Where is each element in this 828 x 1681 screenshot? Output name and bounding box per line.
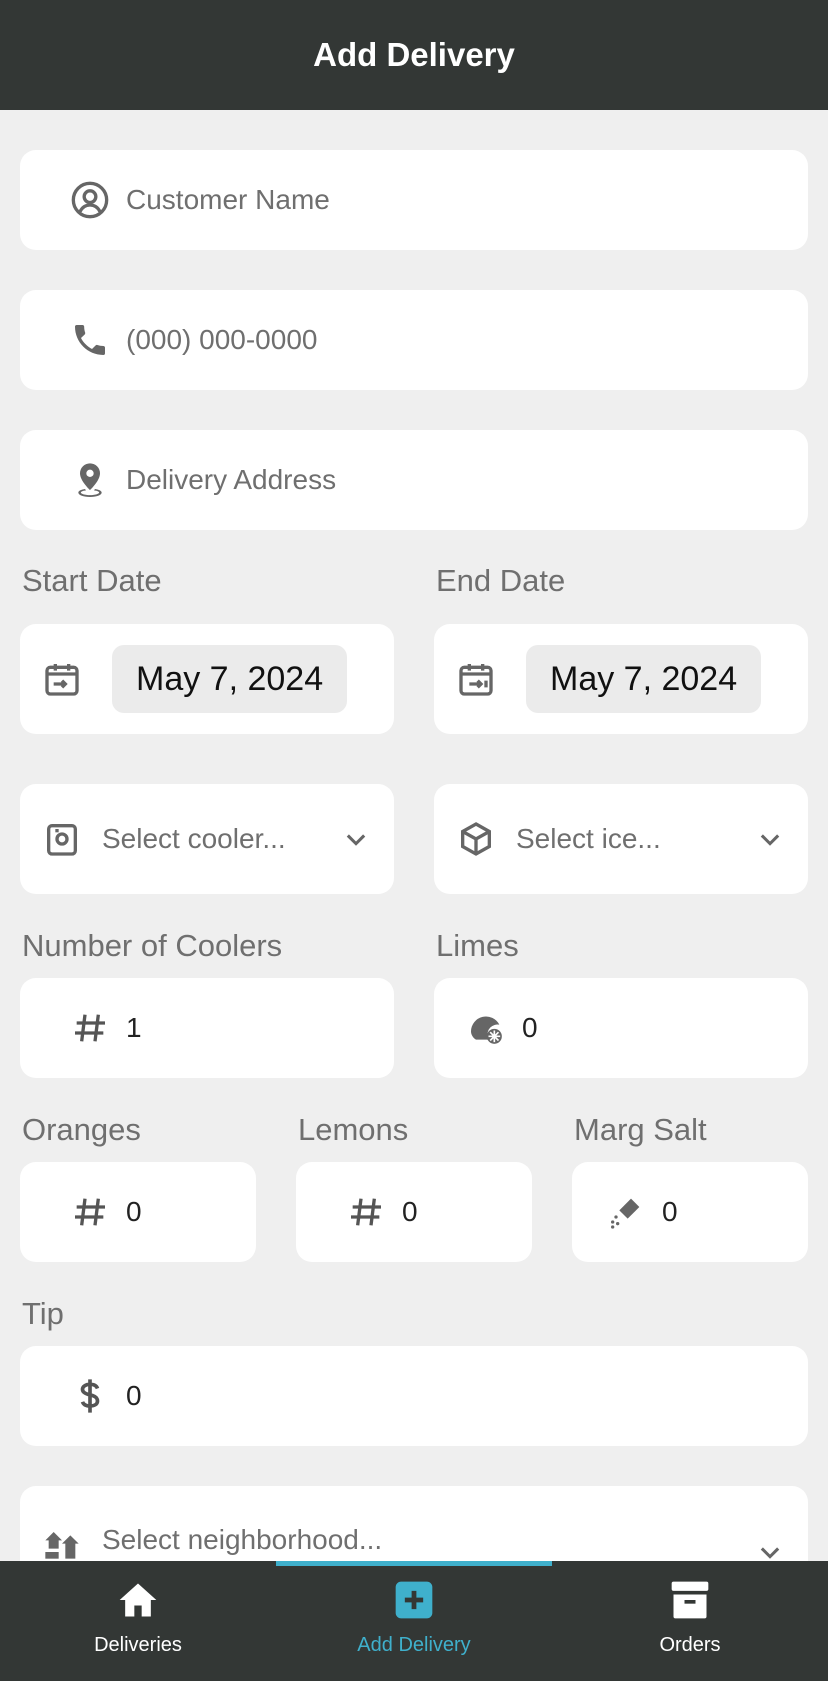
marg-salt-label: Marg Salt: [574, 1112, 707, 1147]
tip-value: 0: [126, 1380, 142, 1411]
limes-value: 0: [522, 1012, 538, 1043]
customer-name-placeholder: Customer Name: [126, 184, 330, 215]
lemons-label: Lemons: [298, 1112, 409, 1147]
phone-icon: [66, 316, 114, 364]
chevron-down-icon: [760, 834, 780, 846]
tip-label: Tip: [22, 1296, 64, 1331]
hash-icon: [342, 1188, 390, 1236]
location-pin-icon: [66, 456, 114, 504]
lemons-value: 0: [402, 1196, 418, 1227]
tab-deliveries-label: Deliveries: [94, 1634, 182, 1656]
houses-icon: [38, 1518, 86, 1566]
cooler-select[interactable]: Select cooler...: [20, 784, 394, 894]
end-date-field: May 7, 2024: [434, 624, 808, 734]
num-coolers-value: 1: [126, 1012, 142, 1043]
start-date-field: May 7, 2024: [20, 624, 394, 734]
num-coolers-field[interactable]: 1: [20, 978, 394, 1078]
chevron-down-icon: [346, 834, 366, 846]
marg-salt-field[interactable]: 0: [572, 1162, 808, 1262]
home-icon: [119, 1583, 157, 1617]
oranges-label: Oranges: [22, 1112, 141, 1147]
customer-name-field[interactable]: Customer Name: [20, 150, 808, 250]
header-bar: Add Delivery: [0, 0, 828, 110]
address-field[interactable]: Delivery Address: [20, 430, 808, 530]
cooler-icon: [38, 815, 86, 863]
cube-icon: [452, 815, 500, 863]
start-date-value: May 7, 2024: [136, 659, 324, 698]
tab-orders[interactable]: Orders: [552, 1561, 828, 1681]
start-date-label: Start Date: [22, 563, 162, 598]
lemons-field[interactable]: 0: [296, 1162, 532, 1262]
phone-field[interactable]: (000) 000-0000: [20, 290, 808, 390]
oranges-field[interactable]: 0: [20, 1162, 256, 1262]
calendar-start-icon: [38, 655, 86, 703]
end-date-label: End Date: [436, 563, 566, 598]
end-date-value: May 7, 2024: [550, 659, 738, 698]
oranges-value: 0: [126, 1196, 142, 1227]
tab-orders-label: Orders: [659, 1634, 721, 1656]
neighborhood-select-placeholder: Select neighborhood...: [102, 1524, 383, 1555]
tip-field[interactable]: 0: [20, 1346, 808, 1446]
cooler-select-placeholder: Select cooler...: [102, 823, 286, 854]
limes-field[interactable]: 0: [434, 978, 808, 1078]
lime-icon: [462, 1004, 510, 1052]
tab-add-delivery-label: Add Delivery: [357, 1634, 471, 1656]
plus-square-icon: [395, 1581, 433, 1619]
page-title: Add Delivery: [313, 36, 515, 73]
tab-add-delivery[interactable]: Add Delivery: [276, 1561, 552, 1681]
salt-shaker-icon: [602, 1188, 650, 1236]
hash-icon: [66, 1004, 114, 1052]
address-placeholder: Delivery Address: [126, 464, 337, 495]
ice-select-placeholder: Select ice...: [516, 823, 661, 854]
marg-salt-value: 0: [662, 1196, 678, 1227]
archive-icon: [671, 1581, 709, 1619]
num-coolers-label: Number of Coolers: [22, 928, 283, 963]
phone-placeholder: (000) 000-0000: [126, 324, 318, 355]
calendar-end-icon: [452, 655, 500, 703]
start-date-picker[interactable]: May 7, 2024: [112, 645, 348, 713]
ice-select[interactable]: Select ice...: [434, 784, 808, 894]
tab-deliveries[interactable]: Deliveries: [0, 1561, 276, 1681]
hash-icon: [66, 1188, 114, 1236]
user-circle-icon: [66, 176, 114, 224]
end-date-picker[interactable]: May 7, 2024: [526, 645, 762, 713]
limes-label: Limes: [436, 928, 519, 963]
dollar-icon: [66, 1372, 114, 1420]
bottom-tab-bar: Deliveries Add Delivery Orders: [0, 1561, 828, 1681]
